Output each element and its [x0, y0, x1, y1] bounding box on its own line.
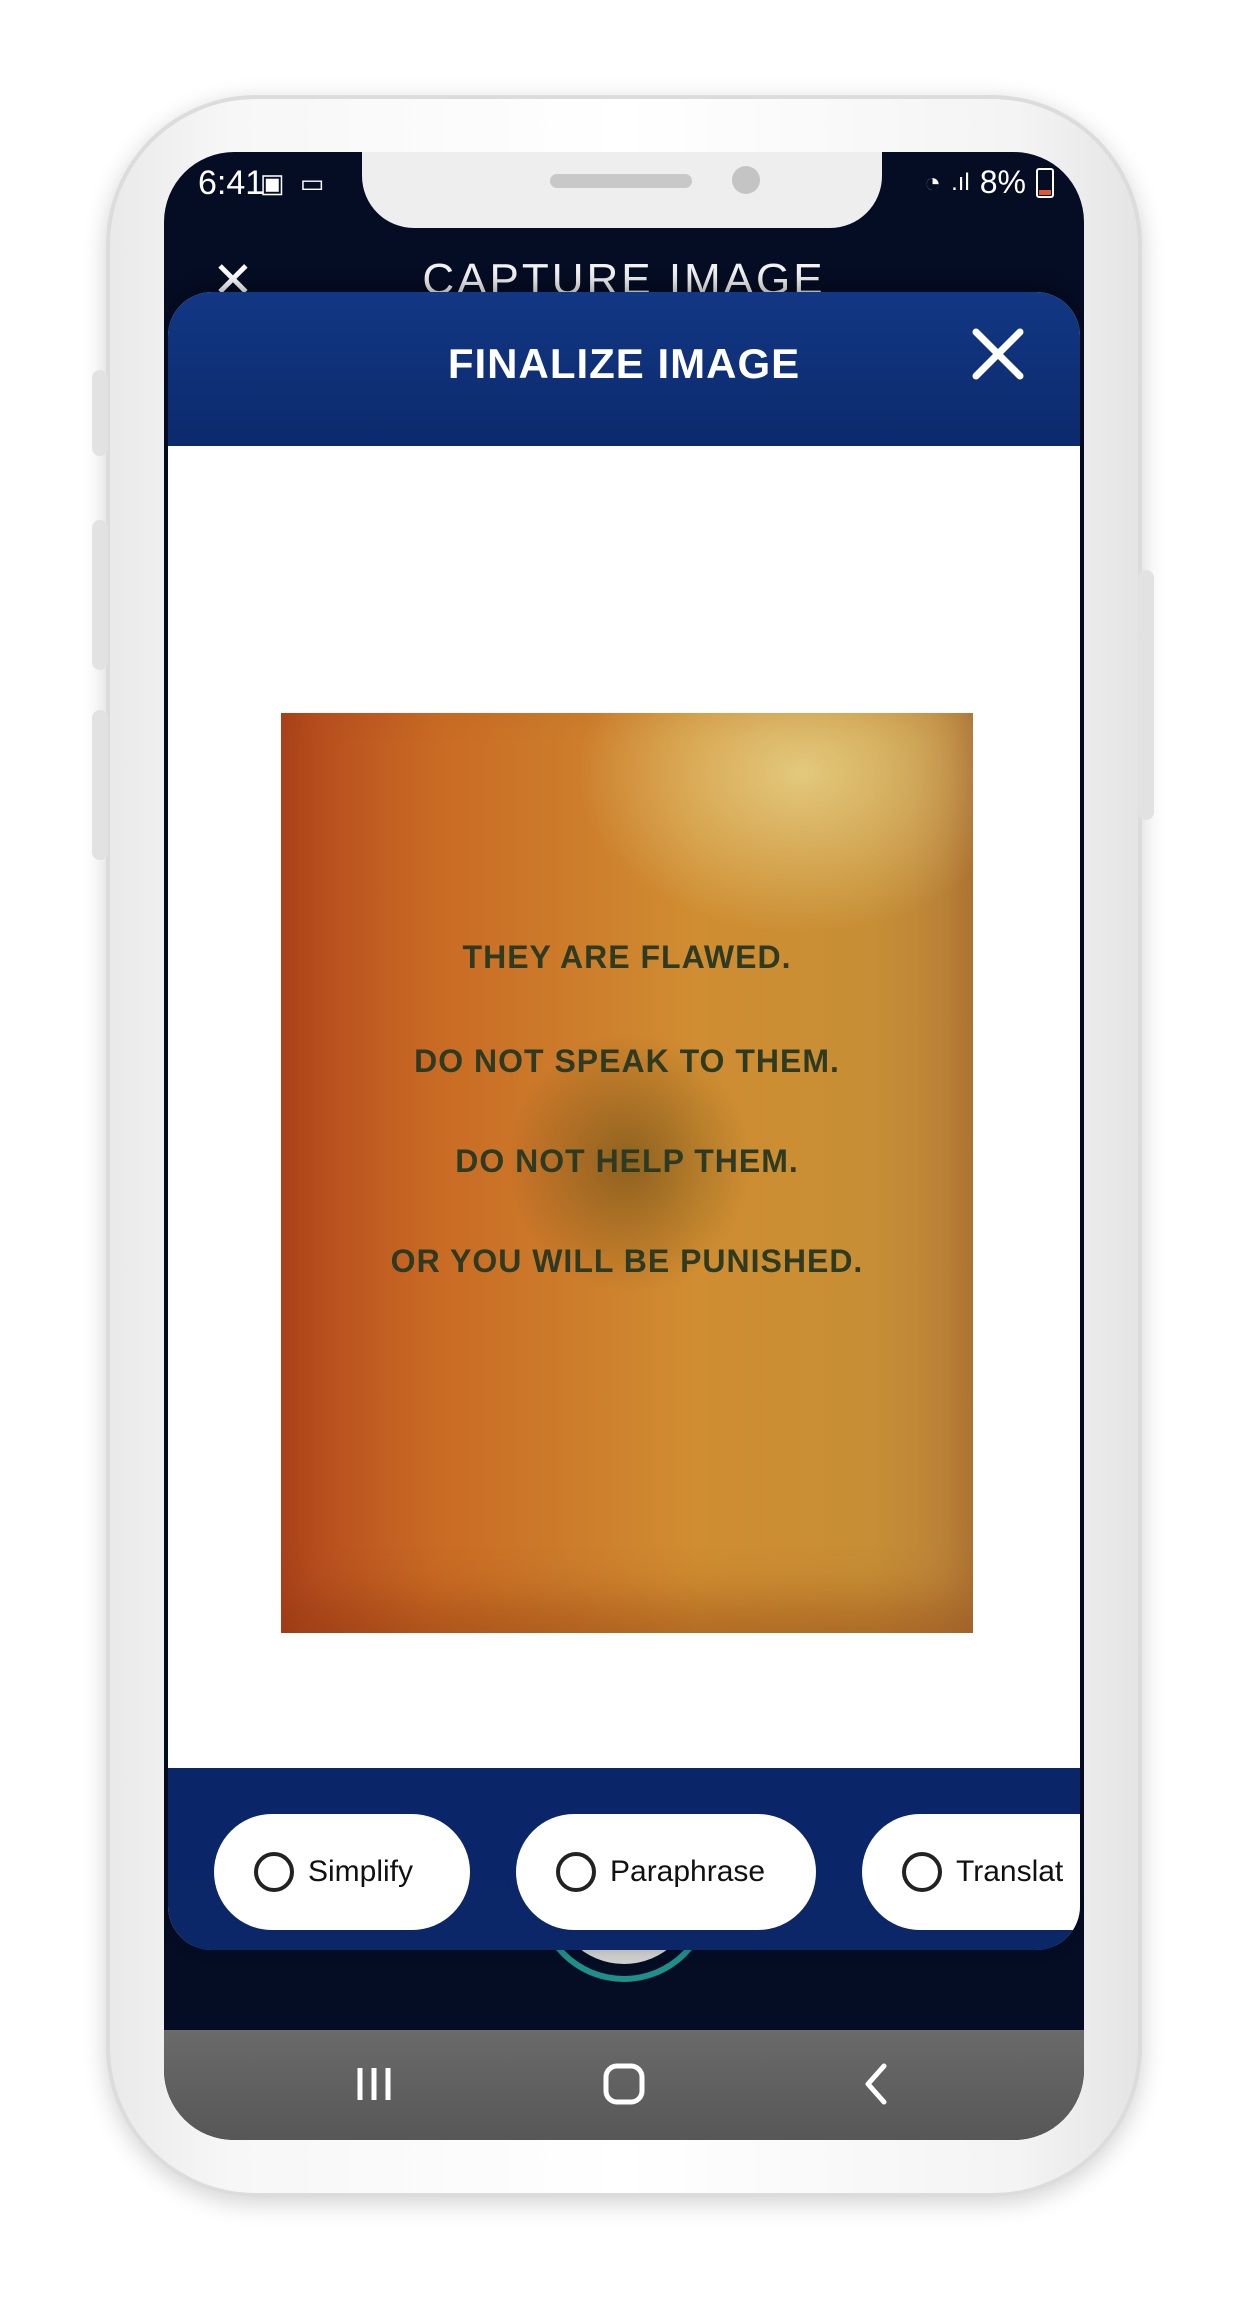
recents-button[interactable] [314, 2052, 434, 2116]
modal-close-button[interactable] [968, 324, 1028, 384]
wifi-icon: ◔ [924, 166, 942, 198]
option-simplify[interactable]: Simplify [214, 1814, 470, 1930]
status-right-group: ◔ .ıl 8% [924, 164, 1054, 201]
option-translate[interactable]: Translat [862, 1814, 1080, 1930]
tools-bar [168, 1946, 1080, 1950]
finalize-image-modal: FINALIZE IMAGE THEY ARE FLAWED. DO NOT S… [168, 292, 1080, 1950]
modal-title: FINALIZE IMAGE [447, 340, 801, 387]
gallery-icon: ▣ [260, 168, 285, 198]
signal-icon: .ıl [951, 168, 970, 196]
phone-side-button [92, 370, 108, 456]
phone-volume-down-button [92, 710, 108, 860]
recents-icon [357, 2068, 391, 2100]
cast-icon: ▭ [299, 168, 325, 198]
back-button[interactable] [816, 2052, 936, 2116]
photo-text-line: THEY ARE FLAWED. [462, 939, 792, 975]
option-label: Paraphrase [610, 1855, 766, 1888]
phone-volume-up-button [92, 520, 108, 670]
earpiece-speaker [550, 174, 692, 188]
status-notification-icons: ▣ ▭ [260, 168, 324, 199]
processing-options-bar: Simplify Paraphrase Translat [168, 1768, 1080, 1950]
front-camera [732, 166, 760, 194]
phone-power-button [1138, 570, 1154, 820]
option-label: Translat [956, 1855, 1064, 1888]
captured-photo: THEY ARE FLAWED. DO NOT SPEAK TO THEM. D… [281, 713, 973, 1633]
system-navigation-bar [164, 2030, 1084, 2140]
phone-screen: 6:41 ▣ ▭ ◔ .ıl 8% ✕ CAPTURE IMAGE FINALI… [164, 152, 1084, 2140]
radio-button[interactable] [556, 1852, 596, 1892]
battery-percent: 8% [979, 164, 1026, 200]
notch [362, 152, 882, 228]
status-time: 6:41 [198, 164, 265, 202]
photo-text-line: OR YOU WILL BE PUNISHED. [390, 1243, 864, 1279]
radio-button[interactable] [254, 1852, 294, 1892]
radio-button[interactable] [902, 1852, 942, 1892]
option-paraphrase[interactable]: Paraphrase [516, 1814, 816, 1930]
photo-text-line: DO NOT HELP THEM. [455, 1143, 799, 1179]
back-icon [865, 2063, 887, 2105]
home-button[interactable] [564, 2052, 684, 2116]
close-icon [972, 328, 1024, 380]
modal-header: FINALIZE IMAGE [168, 292, 1080, 446]
option-label: Simplify [308, 1855, 414, 1888]
home-icon [603, 2063, 645, 2105]
battery-icon [1036, 167, 1054, 198]
photo-text-line: DO NOT SPEAK TO THEM. [414, 1043, 840, 1079]
